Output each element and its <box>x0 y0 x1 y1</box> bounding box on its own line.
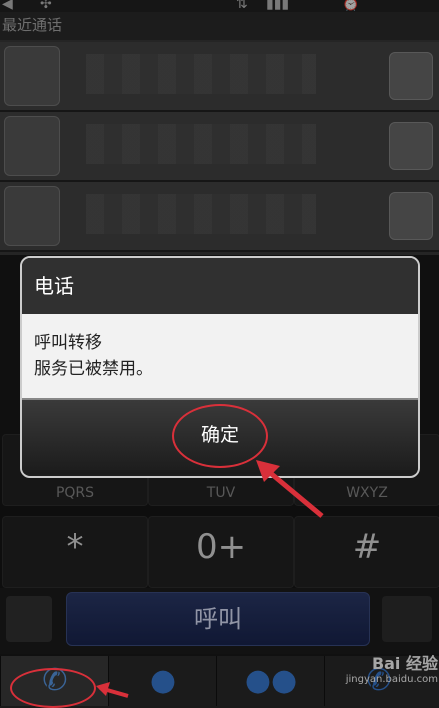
annotation-arrow <box>256 460 324 518</box>
annotation-circle <box>10 668 96 708</box>
dialog-message: 呼叫转移 服务已被禁用。 <box>22 314 418 398</box>
dialog-title: 电话 <box>22 258 418 314</box>
annotation-arrow <box>96 682 129 698</box>
